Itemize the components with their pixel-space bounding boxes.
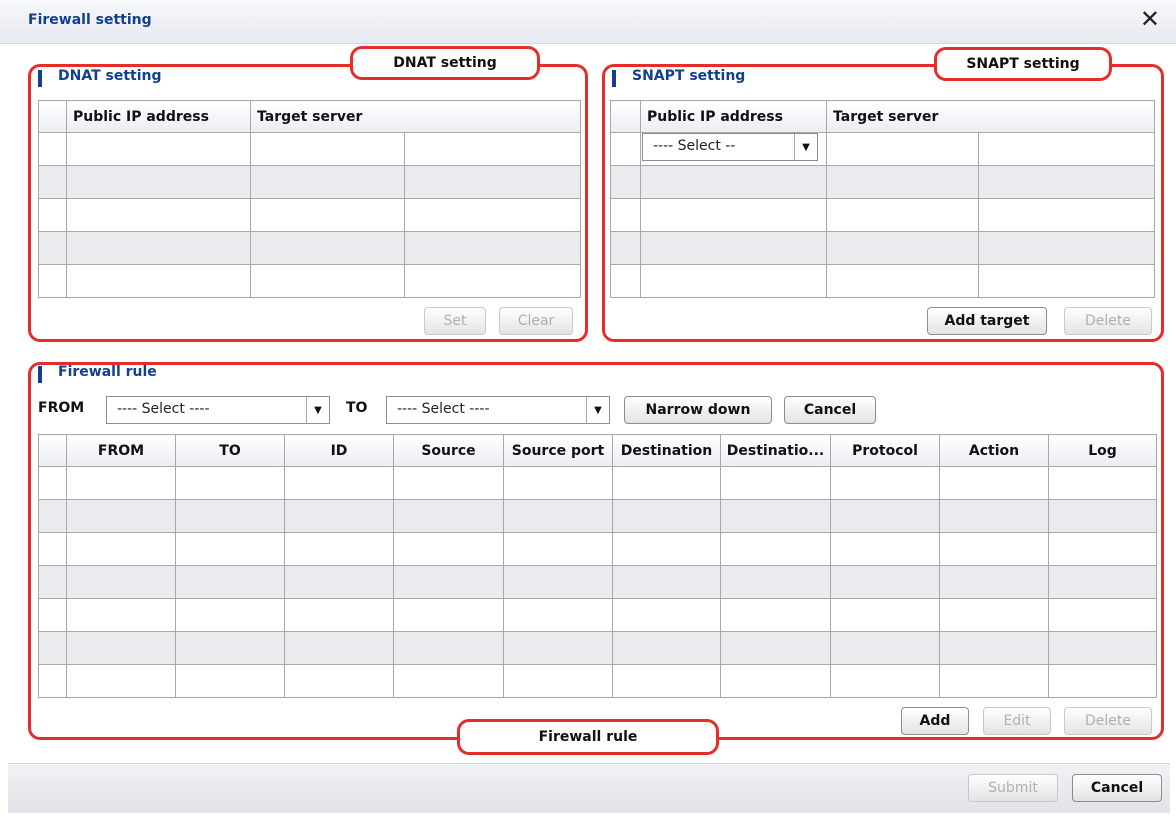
snapt-callout: SNAPT setting (934, 47, 1112, 81)
row-selector-header (610, 100, 641, 133)
fw-col-id[interactable]: ID (284, 434, 394, 467)
fw-col-destination[interactable]: Destination (612, 434, 721, 467)
table-row[interactable] (38, 631, 1157, 665)
fw-col-action[interactable]: Action (939, 434, 1049, 467)
dnat-callout: DNAT setting (350, 46, 540, 80)
fw-col-destination-port[interactable]: Destinatio... (720, 434, 831, 467)
table-row[interactable] (38, 565, 1157, 599)
delete-rule-button[interactable]: Delete (1064, 707, 1152, 735)
table-row[interactable] (610, 231, 1155, 265)
filter-cancel-button[interactable]: Cancel (784, 396, 876, 424)
dnat-col-target-server[interactable]: Target server (250, 100, 581, 133)
table-row[interactable] (38, 664, 1157, 698)
to-filter-label: TO (346, 400, 368, 416)
dnat-section-label: DNAT setting (58, 68, 162, 84)
table-row[interactable] (610, 198, 1155, 232)
table-row[interactable] (610, 165, 1155, 199)
fw-col-to[interactable]: TO (175, 434, 285, 467)
table-row[interactable] (38, 532, 1157, 566)
submit-button[interactable]: Submit (968, 774, 1058, 802)
dnat-clear-button[interactable]: Clear (499, 307, 573, 335)
chevron-down-icon[interactable]: ▼ (306, 397, 329, 423)
snapt-delete-button[interactable]: Delete (1064, 307, 1152, 335)
row-selector-header (38, 100, 67, 133)
table-row[interactable] (38, 598, 1157, 632)
window-title: Firewall setting (28, 12, 152, 28)
snapt-section-label: SNAPT setting (632, 68, 746, 84)
firewall-callout: Firewall rule (457, 719, 719, 755)
chevron-down-icon[interactable]: ▼ (794, 134, 817, 160)
firewall-section-label: Firewall rule (58, 364, 157, 380)
snapt-table: Public IP address Target server (610, 100, 1155, 298)
fw-col-source[interactable]: Source (393, 434, 504, 467)
edit-rule-button[interactable]: Edit (983, 707, 1051, 735)
close-icon[interactable]: ✕ (1140, 7, 1160, 31)
dnat-table: Public IP address Target server (38, 100, 581, 298)
fw-col-source-port[interactable]: Source port (503, 434, 613, 467)
table-row[interactable] (38, 264, 581, 298)
fw-col-log[interactable]: Log (1048, 434, 1157, 467)
snapt-select-value: ---- Select -- (653, 138, 736, 154)
table-row[interactable] (38, 466, 1157, 500)
table-row[interactable] (610, 264, 1155, 298)
snapt-public-ip-select[interactable]: ---- Select -- ▼ (642, 133, 818, 161)
table-row[interactable] (38, 499, 1157, 533)
add-target-button[interactable]: Add target (927, 307, 1047, 335)
firewall-table: FROM TO ID Source Source port Destinatio… (38, 434, 1157, 698)
dialog-cancel-button[interactable]: Cancel (1072, 774, 1162, 802)
fw-col-protocol[interactable]: Protocol (830, 434, 940, 467)
to-filter-select[interactable]: ---- Select ---- ▼ (386, 396, 610, 424)
firewall-section-bar (38, 366, 42, 383)
table-row[interactable] (38, 132, 581, 166)
dnat-set-button[interactable]: Set (424, 307, 486, 335)
narrow-down-button[interactable]: Narrow down (624, 396, 772, 424)
fw-col-from[interactable]: FROM (66, 434, 176, 467)
snapt-col-target-server[interactable]: Target server (826, 100, 1155, 133)
add-rule-button[interactable]: Add (901, 707, 969, 735)
to-select-value: ---- Select ---- (397, 401, 490, 417)
snapt-section-bar (612, 70, 616, 87)
from-select-value: ---- Select ---- (117, 401, 210, 417)
dnat-col-public-ip[interactable]: Public IP address (66, 100, 251, 133)
snapt-col-public-ip[interactable]: Public IP address (640, 100, 827, 133)
table-row[interactable] (38, 165, 581, 199)
from-filter-select[interactable]: ---- Select ---- ▼ (106, 396, 330, 424)
title-bar (0, 0, 1176, 44)
table-row[interactable] (38, 231, 581, 265)
chevron-down-icon[interactable]: ▼ (586, 397, 609, 423)
dnat-section-bar (38, 70, 42, 87)
row-selector-header (38, 434, 67, 467)
from-filter-label: FROM (38, 400, 85, 416)
table-row[interactable] (38, 198, 581, 232)
